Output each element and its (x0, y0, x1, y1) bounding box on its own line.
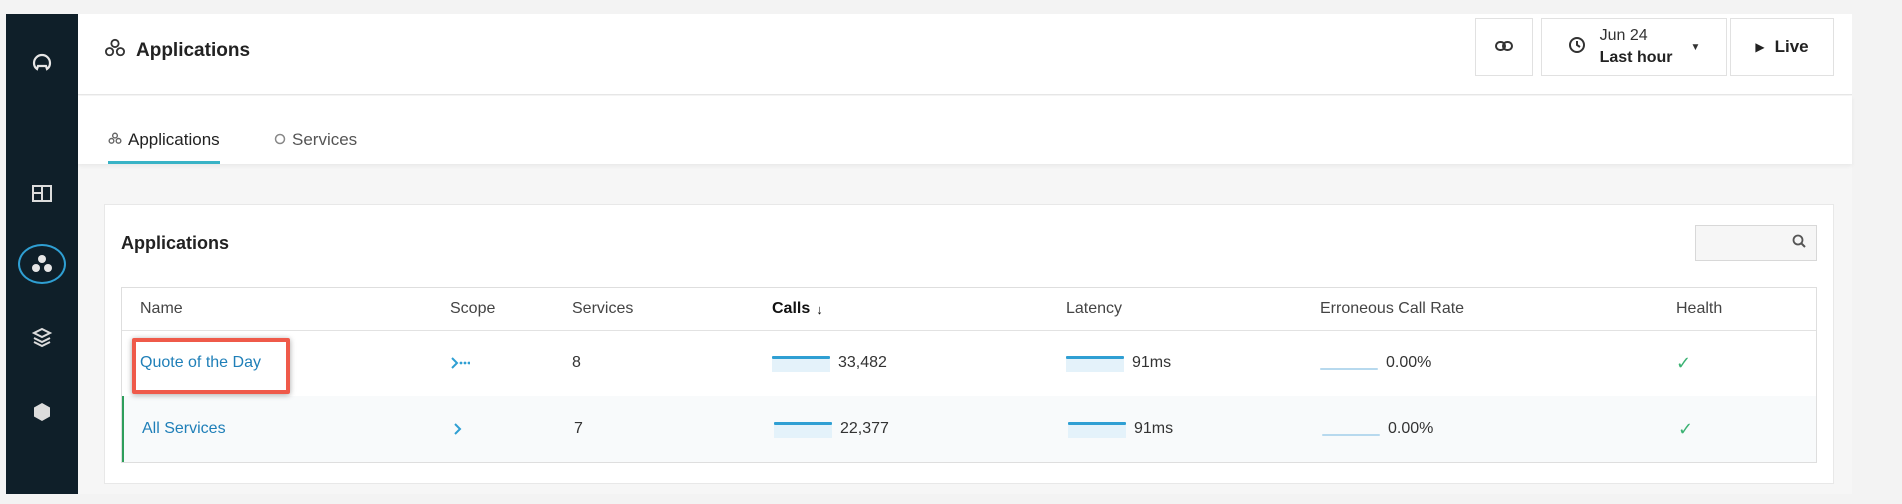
tab-label: Services (292, 130, 358, 149)
card-title: Applications (121, 233, 230, 253)
column-header-health[interactable]: Health (1676, 288, 1722, 330)
services-count: 7 (574, 420, 583, 437)
table-row[interactable]: Quote of the Day 8 33,482 91ms 0.00% ✓ (122, 330, 1816, 397)
error-rate-sparkline (1320, 354, 1378, 372)
live-label: Live (1774, 37, 1809, 56)
tabs-bar: Applications Services (78, 96, 1852, 164)
tab-services[interactable]: Services (274, 130, 357, 164)
copy-link-button[interactable] (1475, 18, 1533, 76)
scope-icon (452, 396, 464, 462)
services-count: 8 (572, 354, 581, 371)
tab-label: Applications (128, 130, 220, 149)
services-tab-icon (274, 130, 286, 150)
application-name-link[interactable]: All Services (142, 396, 226, 462)
calls-sparkline (774, 420, 832, 438)
link-icon (1495, 38, 1513, 56)
error-rate-value: 0.00% (1386, 354, 1432, 371)
latency-cell: 91ms (1066, 330, 1171, 396)
play-icon: ▶ (1755, 40, 1765, 54)
table-row[interactable]: All Services 7 22,377 91ms 0.00% ✓ (122, 396, 1816, 462)
time-date: Jun 24 (1599, 27, 1648, 44)
page-title-text: Applications (136, 40, 251, 61)
highlight-box (132, 338, 290, 394)
sort-desc-icon: ↓ (816, 301, 823, 317)
main-content: Applications Jun 24 Last hour ▼ ▶ Live A… (78, 14, 1852, 494)
latency-sparkline (1066, 354, 1124, 372)
error-rate-cell: 0.00% (1322, 396, 1433, 462)
error-rate-sparkline (1322, 420, 1380, 438)
calls-sparkline (772, 354, 830, 372)
table-header: Name Scope Services Calls ↓ Latency Erro… (122, 288, 1816, 331)
live-button[interactable]: ▶ Live (1730, 18, 1834, 76)
error-rate-cell: 0.00% (1320, 330, 1431, 396)
clock-icon (1568, 36, 1586, 59)
column-header-name[interactable]: Name (140, 288, 183, 330)
column-header-calls-label: Calls (772, 300, 811, 317)
calls-cell: 22,377 (774, 396, 889, 462)
logo-icon[interactable] (6, 44, 78, 84)
calls-cell: 33,482 (772, 330, 887, 396)
health-check-icon: ✓ (1676, 352, 1692, 373)
column-header-scope[interactable]: Scope (450, 288, 495, 330)
latency-cell: 91ms (1068, 396, 1173, 462)
error-rate-value: 0.00% (1388, 420, 1434, 437)
search-input[interactable] (1695, 225, 1817, 261)
health-check-icon: ✓ (1678, 418, 1694, 439)
latency-sparkline (1068, 420, 1126, 438)
calls-value: 33,482 (838, 354, 887, 371)
applications-tab-icon (108, 130, 122, 150)
latency-value: 91ms (1132, 354, 1172, 371)
tab-applications[interactable]: Applications (108, 130, 220, 164)
active-nav-indicator (18, 244, 66, 284)
time-range-picker[interactable]: Jun 24 Last hour ▼ (1541, 18, 1727, 76)
time-range-text: Jun 24 Last hour (1600, 25, 1673, 69)
calls-value: 22,377 (840, 420, 889, 437)
column-header-latency[interactable]: Latency (1066, 288, 1122, 330)
time-range: Last hour (1599, 49, 1673, 66)
dashboard-icon[interactable] (6, 174, 78, 214)
left-nav-sidebar (6, 14, 78, 494)
search-icon (1792, 234, 1806, 253)
column-header-services[interactable]: Services (572, 288, 633, 330)
column-header-calls[interactable]: Calls ↓ (772, 288, 823, 330)
page-header: Applications Jun 24 Last hour ▼ ▶ Live (78, 14, 1852, 95)
scope-icon (450, 330, 470, 396)
applications-card: Applications Name Scope Services Calls ↓… (104, 204, 1834, 484)
applications-nav-icon[interactable] (6, 244, 78, 284)
applications-table: Name Scope Services Calls ↓ Latency Erro… (121, 287, 1817, 463)
applications-icon (104, 38, 126, 64)
cube-icon[interactable] (6, 392, 78, 432)
infrastructure-icon[interactable] (6, 318, 78, 358)
page-title: Applications (104, 36, 250, 66)
column-header-error-rate[interactable]: Erroneous Call Rate (1320, 288, 1464, 330)
caret-down-icon: ▼ (1690, 41, 1701, 53)
latency-value: 91ms (1134, 420, 1174, 437)
